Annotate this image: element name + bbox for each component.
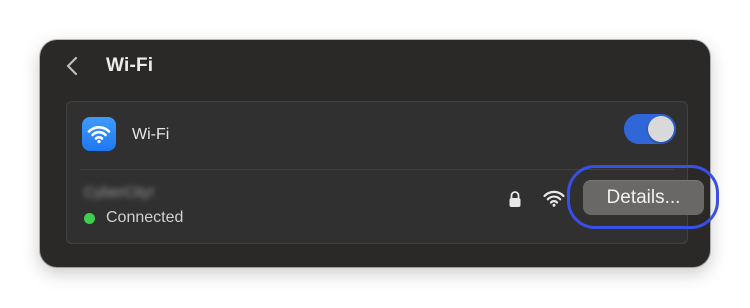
wifi-label: Wi-Fi bbox=[132, 126, 170, 143]
wifi-settings-window: Wi-Fi Wi-Fi CyberCity! Connected Details… bbox=[40, 40, 710, 267]
wifi-toggle[interactable] bbox=[624, 114, 676, 144]
status-dot bbox=[84, 213, 95, 224]
header: Wi-Fi bbox=[40, 40, 710, 92]
chevron-left-icon bbox=[66, 56, 78, 76]
wifi-settings-group: Wi-Fi CyberCity! Connected Details... bbox=[66, 101, 704, 244]
page-title: Wi-Fi bbox=[106, 55, 154, 76]
back-button[interactable] bbox=[62, 54, 84, 78]
details-button[interactable]: Details... bbox=[583, 180, 704, 215]
status-text: Connected bbox=[106, 209, 184, 226]
lock-icon bbox=[509, 191, 521, 207]
toggle-knob bbox=[648, 116, 674, 142]
network-name: CyberCity! bbox=[84, 184, 155, 201]
wifi-icon bbox=[82, 117, 116, 151]
divider bbox=[80, 169, 674, 170]
wifi-toggle-row: Wi-Fi bbox=[67, 102, 687, 169]
wifi-signal-icon bbox=[543, 190, 565, 207]
